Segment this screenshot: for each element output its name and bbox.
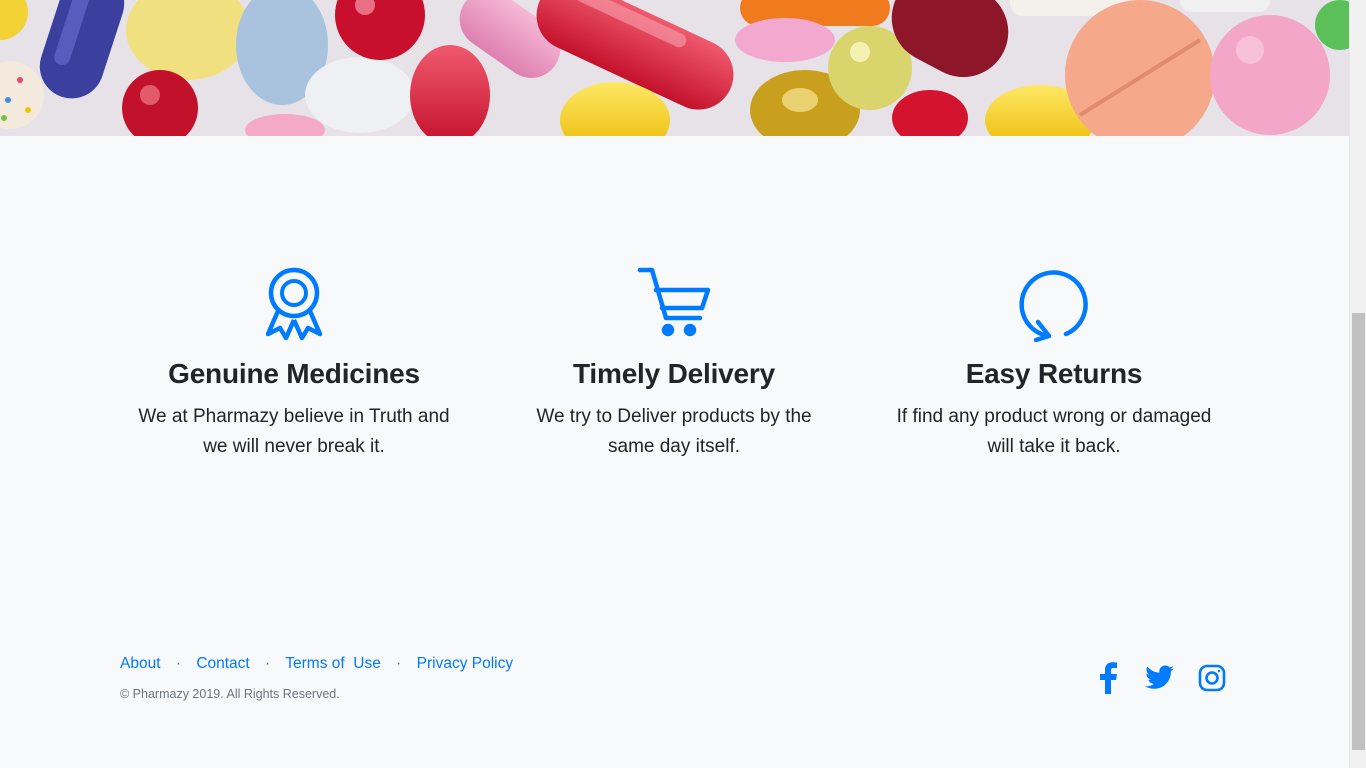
copyright-text: © Pharmazy 2019. All Rights Reserved. bbox=[120, 687, 340, 701]
feature-description-line: If find any product wrong or damaged bbox=[896, 406, 1212, 427]
facebook-icon bbox=[1100, 662, 1117, 694]
feature-description: We at Pharmazy believe in Truth and we w… bbox=[104, 402, 484, 462]
instagram-link[interactable] bbox=[1194, 660, 1230, 696]
footer-link-about[interactable]: About bbox=[120, 655, 161, 672]
pills-photo bbox=[0, 0, 1349, 136]
refresh-arrow-icon bbox=[864, 266, 1244, 342]
feature-description-line: We try to Deliver products by the bbox=[536, 406, 812, 427]
twitter-icon bbox=[1145, 665, 1174, 689]
vertical-scrollbar[interactable] bbox=[1349, 0, 1366, 768]
facebook-link[interactable] bbox=[1090, 660, 1126, 696]
twitter-link[interactable] bbox=[1142, 660, 1178, 696]
social-links bbox=[1090, 660, 1230, 696]
footer-separator: · bbox=[396, 655, 402, 672]
feature-timely-delivery: Timely Delivery We try to Deliver produc… bbox=[484, 266, 864, 462]
feature-description-line: will take it back. bbox=[987, 436, 1121, 457]
scrollbar-thumb[interactable] bbox=[1352, 313, 1365, 750]
feature-title: Genuine Medicines bbox=[168, 358, 420, 389]
hero-image bbox=[0, 0, 1349, 136]
page: Genuine Medicines We at Pharmazy believe… bbox=[0, 0, 1349, 768]
feature-title: Easy Returns bbox=[965, 358, 1143, 389]
feature-easy-returns: Easy Returns If find any product wrong o… bbox=[864, 266, 1244, 462]
shopping-cart-icon bbox=[484, 266, 864, 342]
feature-description-line: same day itself. bbox=[608, 436, 740, 457]
feature-description: We try to Deliver products by the same d… bbox=[484, 402, 864, 462]
footer-link-privacy[interactable]: Privacy Policy bbox=[417, 655, 513, 672]
feature-description: If find any product wrong or damaged wil… bbox=[864, 402, 1244, 462]
instagram-icon bbox=[1198, 664, 1226, 692]
features-section: Genuine Medicines We at Pharmazy believe… bbox=[104, 266, 1244, 466]
footer-links: About · Contact · Terms of Use · Privacy… bbox=[120, 655, 513, 673]
footer-separator: · bbox=[175, 655, 181, 672]
footer-link-contact[interactable]: Contact bbox=[196, 655, 249, 672]
feature-genuine-medicines: Genuine Medicines We at Pharmazy believe… bbox=[104, 266, 484, 462]
footer-separator: · bbox=[265, 655, 271, 672]
feature-description-line: we will never break it. bbox=[203, 436, 385, 457]
footer-link-terms[interactable]: Terms of Use bbox=[285, 655, 381, 672]
feature-description-line: We at Pharmazy believe in Truth and bbox=[138, 406, 450, 427]
feature-title: Timely Delivery bbox=[573, 358, 775, 389]
award-ribbon-icon bbox=[104, 266, 484, 342]
